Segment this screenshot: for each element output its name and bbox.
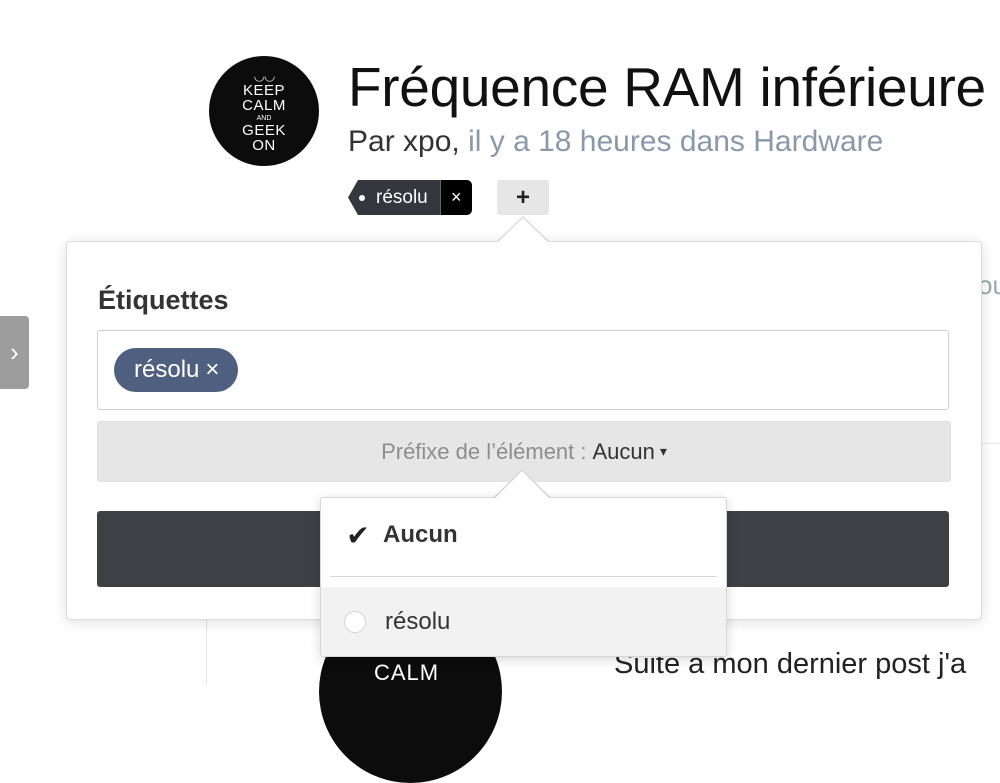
dropdown-separator [330,576,717,577]
avatar-line: GEEK [242,121,286,139]
tag-chip-label: résolu [376,186,428,208]
tag-token-remove-icon[interactable]: × [205,356,219,384]
popover-heading: Étiquettes [98,285,229,315]
avatar-line: AND [256,114,272,122]
tags-input[interactable]: résolu × [97,330,949,410]
tag-dot-icon [359,195,365,201]
tag-chip-resolu[interactable]: résolu × [348,180,472,215]
radio-icon [344,610,366,633]
prefix-option-label: Aucun [383,521,458,548]
prefix-label: Préfixe de l’élément : [381,438,587,464]
tag-token-label: résolu [134,356,200,383]
avatar-line: ON [252,136,276,154]
tag-chip-body[interactable]: résolu [348,180,441,215]
glasses-icon: ◡◡ [253,67,276,83]
topic-title: Fréquence RAM inférieure [348,56,986,118]
prefix-option-label: résolu [385,607,451,635]
chevron-right-icon: › [10,337,19,367]
dropdown-arrow-fill [495,471,549,498]
avatar-line: CALM [242,97,286,115]
prefix-option-aucun[interactable]: ✔ Aucun [321,498,726,572]
prefix-dropdown-menu: ✔ Aucun résolu [320,497,727,657]
check-icon: ✔ [346,519,370,551]
prefix-option-resolu[interactable]: résolu [321,587,726,656]
caret-down-icon: ▾ [659,443,667,459]
add-tag-button[interactable]: + [497,180,549,215]
byline-meta[interactable]: il y a 18 heures dans Hardware [468,125,883,158]
topic-byline: Par xpo, il y a 18 heures dans Hardware [348,125,883,159]
tag-remove-button[interactable]: × [440,180,472,215]
sidebar-toggle-button[interactable]: › [0,316,29,389]
prefix-value: Aucun [592,438,655,464]
divider [206,618,207,685]
avatar-line: KEEP [242,81,286,99]
avatar2-text: CALM [374,660,440,685]
author-avatar[interactable]: ◡◡ KEEP CALM AND GEEK ON [209,56,319,166]
byline-author[interactable]: Par xpo, [348,125,460,158]
tag-token[interactable]: résolu × [114,348,239,392]
popover-arrow-fill [497,218,549,243]
